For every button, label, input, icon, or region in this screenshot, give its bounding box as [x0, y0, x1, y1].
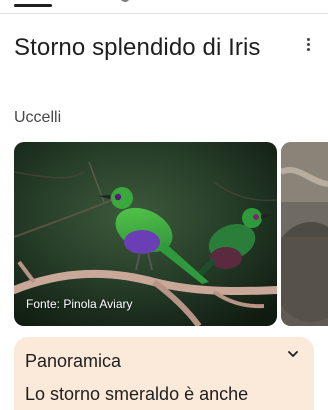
- photo-credit: Fonte: Pinola Aviary: [26, 297, 133, 311]
- overview-text: Lo storno smeraldo è anche: [25, 384, 249, 404]
- next-photo-preview[interactable]: [281, 142, 328, 326]
- next-photo-image: [281, 142, 328, 326]
- chevron-down-icon[interactable]: [286, 347, 300, 361]
- bird-photo[interactable]: Fonte: Pinola Aviary: [14, 142, 277, 326]
- overview-heading: Panoramica: [25, 351, 122, 371]
- more-options-button[interactable]: [298, 34, 318, 54]
- active-tab-indicator: [14, 4, 52, 7]
- category-label: Uccelli: [14, 109, 62, 126]
- overview-card[interactable]: Panoramica Lo storno smeraldo è anche: [14, 337, 314, 410]
- image-gallery[interactable]: Fonte: Pinola Aviary: [14, 142, 328, 326]
- page-title: Storno splendido di Iris: [14, 34, 261, 61]
- tab-icon-fragment[interactable]: [120, 0, 130, 2]
- more-vert-icon: [306, 37, 310, 41]
- tab-bar: [0, 0, 328, 14]
